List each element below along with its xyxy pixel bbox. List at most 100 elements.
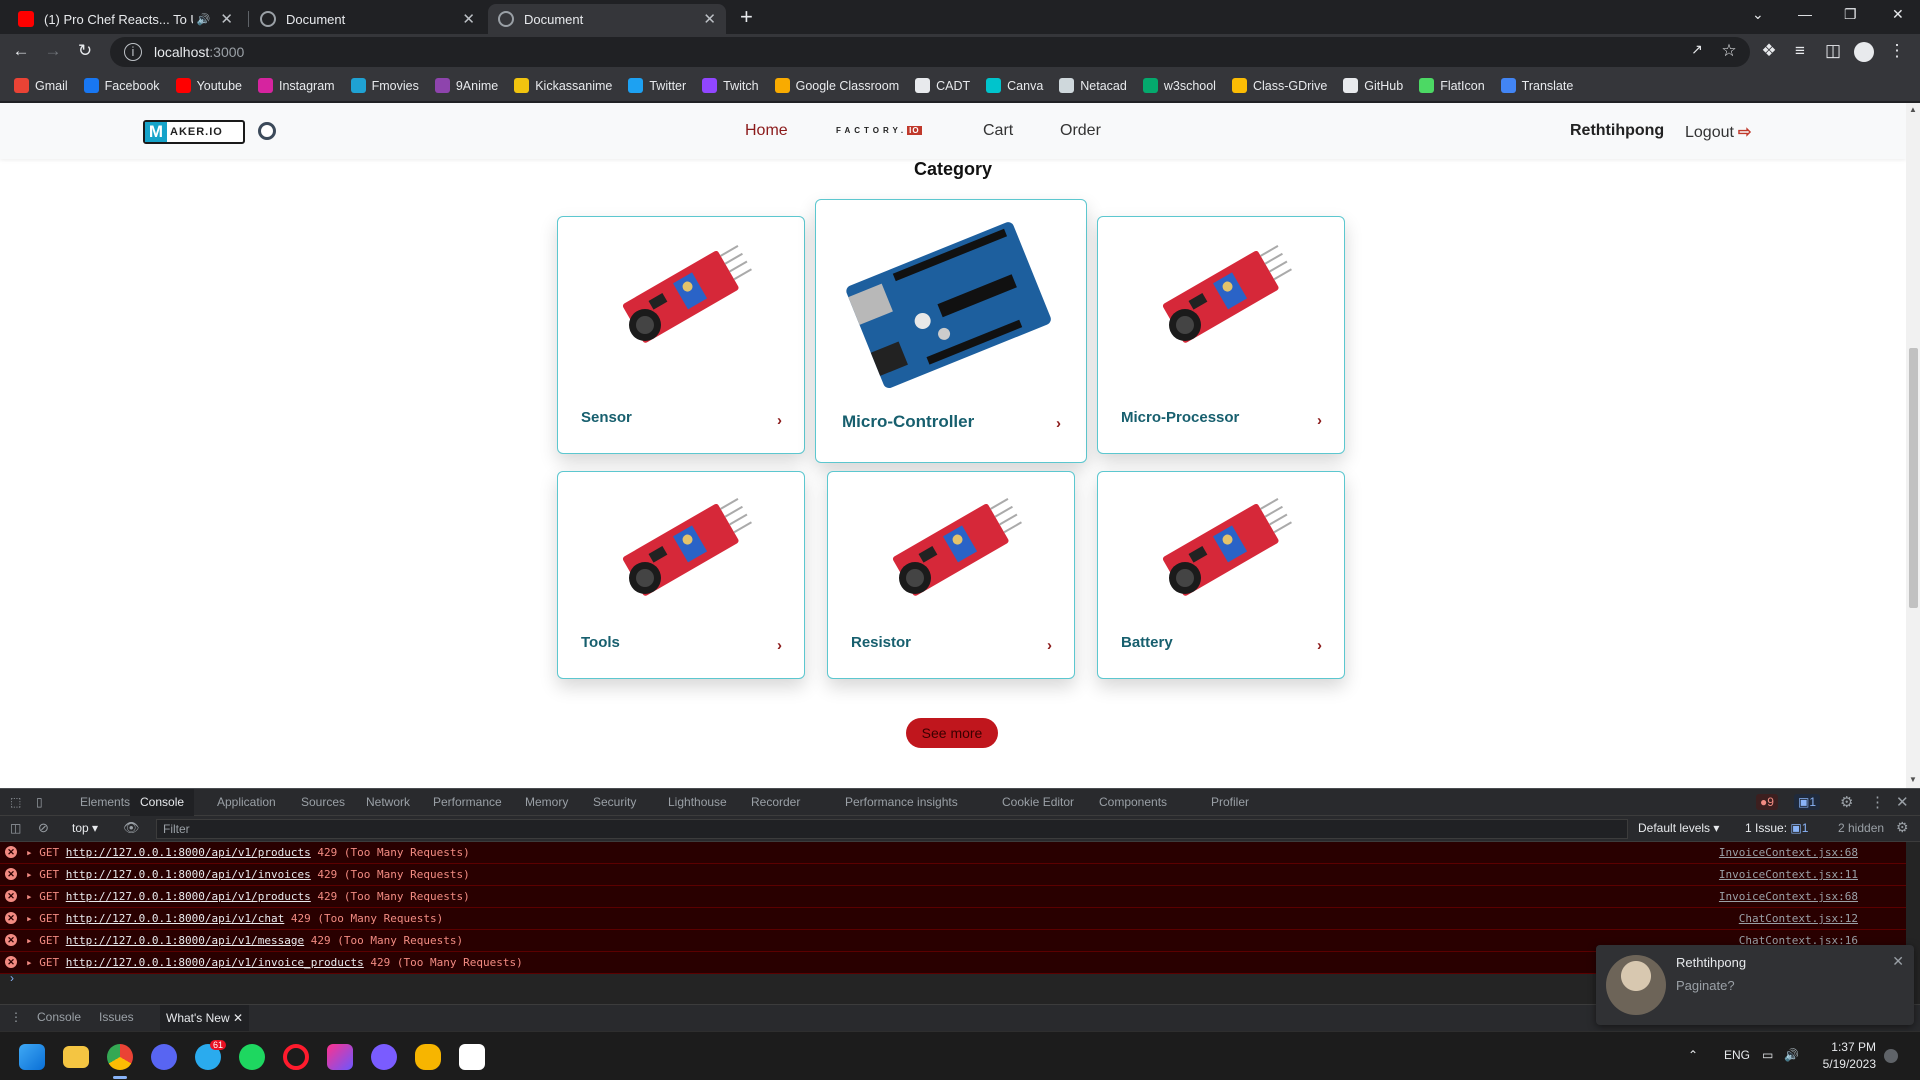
bookmark-item[interactable]: Kickassanime (514, 78, 612, 93)
bookmark-item[interactable]: Gmail (14, 78, 68, 93)
devtools-tab-performance[interactable]: Performance (433, 795, 502, 809)
inspect-element-icon[interactable]: ⬚ (10, 795, 21, 809)
bookmark-star-icon[interactable]: ☆ (1718, 41, 1740, 61)
request-url[interactable]: http://127.0.0.1:8000/api/v1/message (66, 934, 304, 947)
nav-cart[interactable]: Cart (983, 122, 1013, 140)
nav-factory-io-logo[interactable]: FACTORY. IO (836, 126, 922, 135)
scrollbar-thumb[interactable] (1909, 348, 1918, 608)
close-devtools-icon[interactable]: ✕ (1896, 793, 1909, 811)
app-icon[interactable] (415, 1044, 441, 1070)
request-url[interactable]: http://127.0.0.1:8000/api/v1/invoice_pro… (66, 956, 364, 969)
category-card[interactable]: Tools › (557, 471, 805, 679)
profile-avatar-icon[interactable] (1854, 42, 1874, 62)
console-error-row[interactable]: ✕ ▸ GET http://127.0.0.1:8000/api/v1/prod… (0, 886, 1906, 908)
new-tab-icon[interactable]: + (740, 6, 753, 28)
notion-icon[interactable] (459, 1044, 485, 1070)
source-link[interactable]: InvoiceContext.jsx:68 (1719, 886, 1858, 907)
reading-list-icon[interactable]: ≡ (1789, 41, 1811, 61)
devtools-tab-console[interactable]: Console (130, 789, 195, 816)
bookmark-item[interactable]: Google Classroom (774, 78, 899, 93)
bookmark-item[interactable]: Twitter (628, 78, 686, 93)
tray-overflow-icon[interactable]: ⌃ (1688, 1048, 1698, 1062)
clock[interactable]: 1:37 PM 5/19/2023 (1823, 1039, 1876, 1073)
console-settings-icon[interactable]: ⚙ (1896, 819, 1909, 836)
category-card[interactable]: Sensor › (557, 216, 805, 454)
chrome-icon[interactable] (107, 1044, 133, 1070)
source-link[interactable]: ChatContext.jsx:12 (1739, 908, 1858, 929)
bookmark-item[interactable]: w3school (1142, 78, 1216, 93)
request-url[interactable]: http://127.0.0.1:8000/api/v1/invoices (66, 868, 311, 881)
issues-counter[interactable]: 1 Issue: ▣1 (1745, 821, 1808, 835)
category-card[interactable]: Micro-Controller › (815, 199, 1087, 463)
extensions-icon[interactable]: ❖ (1758, 41, 1780, 61)
browser-tab-youtube[interactable]: (1) Pro Chef Reacts... To Uncl 🔊 ✕ (8, 4, 243, 34)
devtools-tab-lighthouse[interactable]: Lighthouse (668, 795, 727, 809)
devtools-tab-memory[interactable]: Memory (525, 795, 568, 809)
restore-icon[interactable]: ❐ (1844, 6, 1857, 23)
live-expression-icon[interactable]: 👁 (123, 820, 140, 836)
request-url[interactable]: http://127.0.0.1:8000/api/v1/chat (66, 912, 285, 925)
close-tab-icon[interactable]: ✕ (703, 10, 716, 28)
devtools-tab-profiler[interactable]: Profiler (1211, 795, 1249, 809)
logout-button[interactable]: Logout ⇨ (1685, 122, 1751, 142)
close-icon[interactable]: ✕ (233, 1011, 243, 1025)
back-icon[interactable]: ← (10, 41, 32, 61)
drawer-menu-icon[interactable]: ⋮ (10, 1010, 22, 1024)
bookmark-item[interactable]: Netacad (1059, 78, 1127, 93)
bookmark-item[interactable]: Canva (986, 78, 1043, 93)
robot-icon[interactable] (258, 122, 276, 140)
browser-tab-document-active[interactable]: Document ✕ (488, 4, 726, 34)
context-selector[interactable]: top ▾ (72, 821, 98, 835)
devtools-menu-icon[interactable]: ⋮ (1870, 793, 1885, 811)
tab-search-icon[interactable]: ⌄ (1752, 6, 1764, 23)
spotify-icon[interactable] (239, 1044, 265, 1070)
maker-io-logo[interactable]: M AKER.IO (143, 120, 245, 144)
close-tab-icon[interactable]: ✕ (220, 10, 233, 28)
side-panel-icon[interactable]: ◫ (1822, 41, 1844, 61)
drawer-tab[interactable]: Console (37, 1010, 81, 1024)
chevron-right-icon[interactable]: › (1047, 637, 1052, 654)
clear-console-icon[interactable]: ⊘ (38, 820, 49, 836)
bookmark-item[interactable]: Fmovies (350, 78, 419, 93)
speaker-icon[interactable]: 🔊 (197, 13, 211, 26)
bookmark-item[interactable]: Twitch (702, 78, 759, 93)
bookmark-item[interactable]: Facebook (83, 78, 160, 93)
console-error-row[interactable]: ✕ ▸ GET http://127.0.0.1:8000/api/v1/prod… (0, 842, 1906, 864)
nav-home[interactable]: Home (745, 122, 788, 140)
drawer-tab[interactable]: Issues (99, 1010, 134, 1024)
nav-order[interactable]: Order (1060, 122, 1101, 140)
devtools-tab-application[interactable]: Application (217, 795, 276, 809)
device-toolbar-icon[interactable]: ▯ (36, 795, 43, 809)
chevron-right-icon[interactable]: › (1317, 637, 1322, 654)
minimize-icon[interactable]: — (1798, 6, 1812, 22)
chevron-right-icon[interactable]: › (1317, 412, 1322, 429)
source-link[interactable]: InvoiceContext.jsx:11 (1719, 864, 1858, 885)
bookmark-item[interactable]: Instagram (258, 78, 335, 93)
devtools-tab-security[interactable]: Security (593, 795, 636, 809)
forward-icon[interactable]: → (42, 41, 64, 61)
bookmark-item[interactable]: Youtube (175, 78, 242, 93)
source-link[interactable]: InvoiceContext.jsx:68 (1719, 842, 1858, 863)
devtools-tab-elements[interactable]: Elements (80, 795, 130, 809)
reload-icon[interactable]: ↻ (74, 41, 96, 61)
notification-center-icon[interactable] (1884, 1049, 1898, 1063)
chat-notification[interactable]: Rethtihpong Paginate? ✕ (1596, 945, 1914, 1025)
bookmark-item[interactable]: Class-GDrive (1231, 78, 1327, 93)
bookmark-item[interactable]: CADT (915, 78, 970, 93)
close-tab-icon[interactable]: ✕ (462, 10, 475, 28)
menu-icon[interactable]: ⋮ (1886, 41, 1908, 61)
start-icon[interactable] (19, 1044, 45, 1070)
share-icon[interactable]: ↗ (1686, 41, 1708, 58)
see-more-button[interactable]: See more (906, 718, 998, 748)
site-info-icon[interactable]: i (124, 43, 142, 61)
chevron-right-icon[interactable]: › (777, 412, 782, 429)
app-icon[interactable] (371, 1044, 397, 1070)
console-error-row[interactable]: ✕ ▸ GET http://127.0.0.1:8000/api/v1/chat… (0, 908, 1906, 930)
request-url[interactable]: http://127.0.0.1:8000/api/v1/products (66, 846, 311, 859)
bookmark-item[interactable]: FlatIcon (1419, 78, 1485, 93)
browser-tab-document[interactable]: Document ✕ (250, 4, 485, 34)
chevron-right-icon[interactable]: › (1056, 415, 1061, 432)
request-url[interactable]: http://127.0.0.1:8000/api/v1/products (66, 890, 311, 903)
category-card[interactable]: Resistor › (827, 471, 1075, 679)
console-filter-input[interactable]: Filter (156, 819, 1628, 839)
